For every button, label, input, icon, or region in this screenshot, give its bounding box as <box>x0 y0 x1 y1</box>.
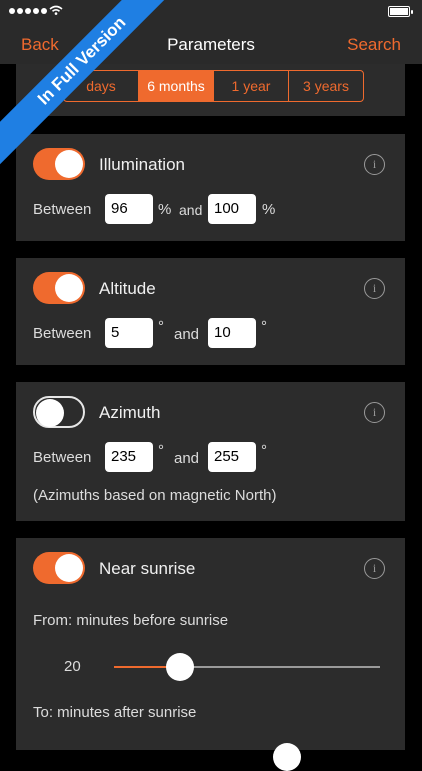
between-label: Between <box>33 325 92 342</box>
near-sunrise-title: Near sunrise <box>99 559 196 578</box>
degree-unit: ° <box>261 318 267 335</box>
azimuth-min-field[interactable]: 235 <box>105 442 153 472</box>
and-label: and <box>179 202 203 218</box>
to-minutes-slider-handle[interactable] <box>273 743 301 771</box>
battery-icon <box>388 6 413 17</box>
info-icon[interactable]: i <box>364 402 385 423</box>
illumination-toggle[interactable] <box>33 148 85 180</box>
illumination-min-field[interactable]: 96 <box>105 194 153 224</box>
altitude-min-field[interactable]: 5 <box>105 318 153 348</box>
from-minutes-slider-handle[interactable] <box>166 653 194 681</box>
period-segmented-control: days 6 months 1 year 3 years <box>63 70 364 102</box>
illumination-title: Illumination <box>99 155 185 174</box>
segment-1-year[interactable]: 1 year <box>213 71 288 101</box>
info-icon[interactable]: i <box>364 154 385 175</box>
between-label: Between <box>33 449 92 466</box>
azimuth-toggle[interactable] <box>33 396 85 428</box>
altitude-card: Altitude i Between 5 ° and 10 ° <box>16 258 405 365</box>
altitude-title: Altitude <box>99 279 156 298</box>
azimuth-max-field[interactable]: 255 <box>208 442 256 472</box>
illumination-max-field[interactable]: 100 <box>208 194 256 224</box>
between-label: Between <box>33 201 92 218</box>
near-sunrise-toggle[interactable] <box>33 552 85 584</box>
near-sunrise-card: Near sunrise i From: minutes before sunr… <box>16 538 405 771</box>
altitude-toggle[interactable] <box>33 272 85 304</box>
wifi-icon <box>49 5 63 15</box>
segment-3-years[interactable]: 3 years <box>288 71 363 101</box>
azimuth-title: Azimuth <box>99 403 161 422</box>
segment-6-months[interactable]: 6 months <box>138 71 213 101</box>
azimuth-note: (Azimuths based on magnetic North) <box>33 487 277 504</box>
status-bar <box>0 0 422 24</box>
info-icon[interactable]: i <box>364 278 385 299</box>
and-label: and <box>174 450 200 467</box>
search-button[interactable]: Search <box>347 35 401 55</box>
azimuth-card: Azimuth i Between 235 ° and 255 ° (Azimu… <box>16 382 405 521</box>
degree-unit: ° <box>158 318 164 335</box>
info-icon[interactable]: i <box>364 558 385 579</box>
to-minutes-label: To: minutes after sunrise <box>33 704 197 721</box>
percent-unit: % <box>158 201 172 218</box>
percent-unit: % <box>262 201 276 218</box>
degree-unit: ° <box>158 442 164 459</box>
signal-icon <box>9 8 47 14</box>
from-minutes-value: 20 <box>64 658 81 675</box>
illumination-card: Illumination i Between 96 % and 100 % <box>16 134 405 241</box>
altitude-max-field[interactable]: 10 <box>208 318 256 348</box>
degree-unit: ° <box>261 442 267 459</box>
from-minutes-label: From: minutes before sunrise <box>33 612 229 629</box>
and-label: and <box>174 326 200 343</box>
